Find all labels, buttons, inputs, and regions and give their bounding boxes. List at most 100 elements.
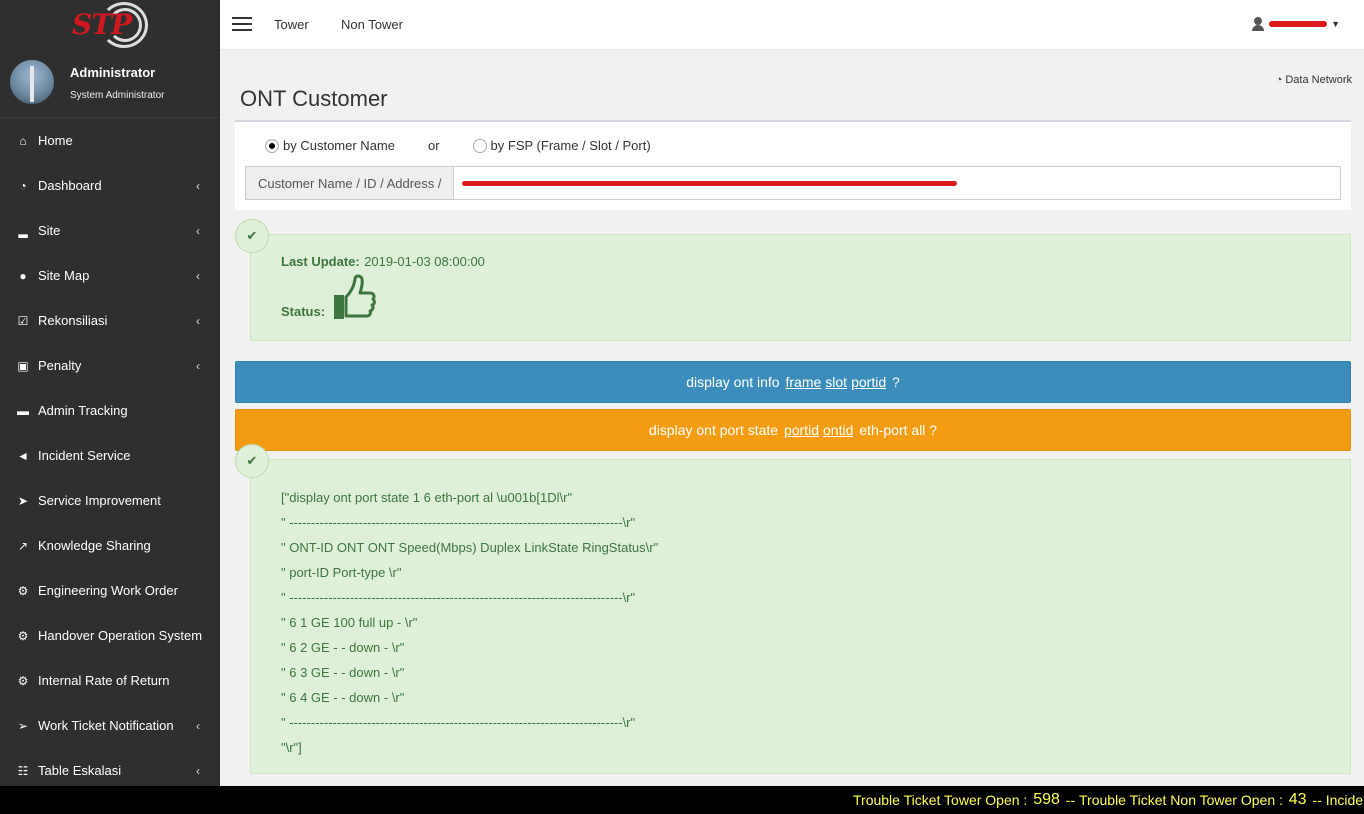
user-panel: Administrator System Administrator xyxy=(0,50,220,118)
location-arrow-icon: ➢ xyxy=(17,718,29,733)
sidebar-item[interactable]: ◔ Dashboard ‹ xyxy=(0,163,220,208)
signal-icon: ▂ xyxy=(18,223,28,238)
cmd2-pre: display ont port state xyxy=(648,422,779,438)
or-label: or xyxy=(427,138,440,153)
chevron-left-icon: ‹ xyxy=(196,268,200,283)
ticker-separator: -- xyxy=(1065,792,1076,808)
search-mode-row: by Customer Name or by FSP (Frame / Slot… xyxy=(265,138,651,153)
menu-toggle-icon[interactable] xyxy=(232,17,252,32)
ticket-ticker: Trouble Ticket Tower Open : 598 -- Troub… xyxy=(0,786,1364,814)
display-ont-port-state-button[interactable]: display ont port state portid ontid eth-p… xyxy=(235,409,1351,451)
sidebar-item[interactable]: ⚙ Engineering Work Order xyxy=(0,568,220,613)
sidebar-item[interactable]: ▬ Admin Tracking xyxy=(0,388,220,433)
bullhorn-icon: ◄ xyxy=(17,448,29,463)
output-line: "\r"] xyxy=(281,740,302,755)
cmd1-portid-link[interactable]: portid xyxy=(851,374,886,390)
customer-search-group: Customer Name / ID / Address / xyxy=(245,166,1341,200)
sidebar-item-label: Dashboard xyxy=(38,178,102,193)
caret-down-icon: ▼ xyxy=(1331,19,1340,29)
sidebar-item-label: Work Ticket Notification xyxy=(38,718,174,733)
search-addon-label: Customer Name / ID / Address / xyxy=(246,167,454,199)
radio-fsp-label: by FSP (Frame / Slot / Port) xyxy=(490,138,651,153)
folder-icon: ▬ xyxy=(17,403,29,418)
cmd2-portid-link[interactable]: portid xyxy=(784,422,819,438)
user-name: Administrator xyxy=(70,65,156,80)
home-icon: ⌂ xyxy=(19,133,27,148)
ticker-separator: -- xyxy=(1312,792,1322,808)
cmd1-post: ? xyxy=(892,374,900,390)
nav-non-tower[interactable]: Non Tower xyxy=(341,17,403,32)
chevron-left-icon: ‹ xyxy=(196,178,200,193)
table-icon: ☷ xyxy=(17,763,29,778)
sidebar-item[interactable]: ➤ Service Improvement xyxy=(0,478,220,523)
check-icon: ✔ xyxy=(235,444,269,478)
cmd1-frame-link[interactable]: frame xyxy=(785,374,821,390)
user-icon xyxy=(1251,17,1265,31)
topbar: Tower Non Tower ▼ xyxy=(220,0,1364,50)
sidebar-item-label: Rekonsiliasi xyxy=(38,313,108,328)
chevron-left-icon: ‹ xyxy=(196,763,200,778)
redacted-username xyxy=(1269,21,1328,27)
content: ONT Customer ◔ Data Network by Customer … xyxy=(220,50,1364,786)
cmd2-post: eth-port all ? xyxy=(859,422,938,438)
dashboard-icon: ◔ xyxy=(19,178,27,193)
sidebar-item-label: Knowledge Sharing xyxy=(38,538,151,553)
output-line: ["display ont port state 1 6 eth-port al… xyxy=(281,490,573,505)
output-line: " 6 4 GE - - down - \r" xyxy=(281,690,405,705)
sidebar-item[interactable]: ● Site Map ‹ xyxy=(0,253,220,298)
sidebar-item[interactable]: ➢ Work Ticket Notification ‹ xyxy=(0,703,220,748)
cmd2-ontid-link[interactable]: ontid xyxy=(823,422,853,438)
sidebar-item[interactable]: ◄ Incident Service xyxy=(0,433,220,478)
status-label: Status: xyxy=(281,304,326,319)
display-ont-info-button[interactable]: display ont info frame slot portid ? xyxy=(235,361,1351,403)
radio-customer-label: by Customer Name xyxy=(283,138,395,153)
sidebar-item-label: Table Eskalasi xyxy=(38,763,122,778)
dashboard-icon: ◔ xyxy=(1275,74,1283,86)
ticker-incident-label: Incident xyxy=(1325,792,1364,808)
output-line: " --------------------------------------… xyxy=(281,515,636,530)
last-update-label: Last Update: xyxy=(281,254,360,269)
output-line: " --------------------------------------… xyxy=(281,590,636,605)
cmd1-slot-link[interactable]: slot xyxy=(825,374,847,390)
logo-text: STP xyxy=(72,8,132,41)
avatar xyxy=(10,60,54,104)
sidebar-item[interactable]: ⌂ Home xyxy=(0,118,220,163)
sidebar-item[interactable]: ↗ Knowledge Sharing xyxy=(0,523,220,568)
breadcrumb-label: Data Network xyxy=(1285,74,1352,86)
last-update: Last Update: 2019-01-03 08:00:00 xyxy=(281,253,485,271)
chevron-left-icon: ‹ xyxy=(196,718,200,733)
output-line: " 6 1 GE 100 full up - \r" xyxy=(281,615,418,630)
user-role: System Administrator xyxy=(70,90,165,101)
status-row: Status: xyxy=(281,273,376,323)
sidebar-item[interactable]: ☑ Rekonsiliasi ‹ xyxy=(0,298,220,343)
sidebar-item-label: Home xyxy=(38,133,73,148)
sidebar-item[interactable]: ▂ Site ‹ xyxy=(0,208,220,253)
sidebar-item-label: Site xyxy=(38,223,61,238)
sidebar-item[interactable]: ⚙ Handover Operation System xyxy=(0,613,220,658)
sidebar: STP Administrator System Administrator ⌂… xyxy=(0,0,220,786)
output-line: " ONT-ID ONT ONT Speed(Mbps) Duplex Link… xyxy=(281,540,659,555)
logo[interactable]: STP xyxy=(0,0,220,50)
search-box: by Customer Name or by FSP (Frame / Slot… xyxy=(235,120,1351,210)
radio-fsp[interactable] xyxy=(472,138,487,153)
user-menu[interactable]: ▼ xyxy=(1251,17,1340,31)
cmd1-pre: display ont info xyxy=(686,374,780,390)
sidebar-menu: ⌂ Home ◔ Dashboard ‹ ▂ Site ‹ ● Site Map ‹ ☑ Rekonsi… xyxy=(0,118,220,793)
customer-search-input[interactable] xyxy=(454,167,1340,199)
cogs-icon: ⚙ xyxy=(17,583,29,598)
sidebar-item[interactable]: ▣ Penalty ‹ xyxy=(0,343,220,388)
chevron-left-icon: ‹ xyxy=(196,313,200,328)
nav-tower[interactable]: Tower xyxy=(274,17,309,32)
cogs-icon: ⚙ xyxy=(17,628,29,643)
sidebar-item-label: Engineering Work Order xyxy=(38,583,178,598)
radio-customer-name[interactable] xyxy=(265,138,279,153)
sidebar-item-label: Incident Service xyxy=(38,448,131,463)
output-line: " port-ID Port-type \r" xyxy=(281,565,402,580)
sidebar-item[interactable]: ⚙ Internal Rate of Return xyxy=(0,658,220,703)
output-box: ✔ ["display ont port state 1 6 eth-port … xyxy=(235,444,1351,774)
sidebar-item-label: Admin Tracking xyxy=(38,403,128,418)
breadcrumb[interactable]: ◔ Data Network xyxy=(1276,74,1352,86)
sidebar-item-label: Penalty xyxy=(38,358,82,373)
share-icon: ↗ xyxy=(17,538,29,553)
ticker-non-tower-count: 43 xyxy=(1288,791,1307,808)
